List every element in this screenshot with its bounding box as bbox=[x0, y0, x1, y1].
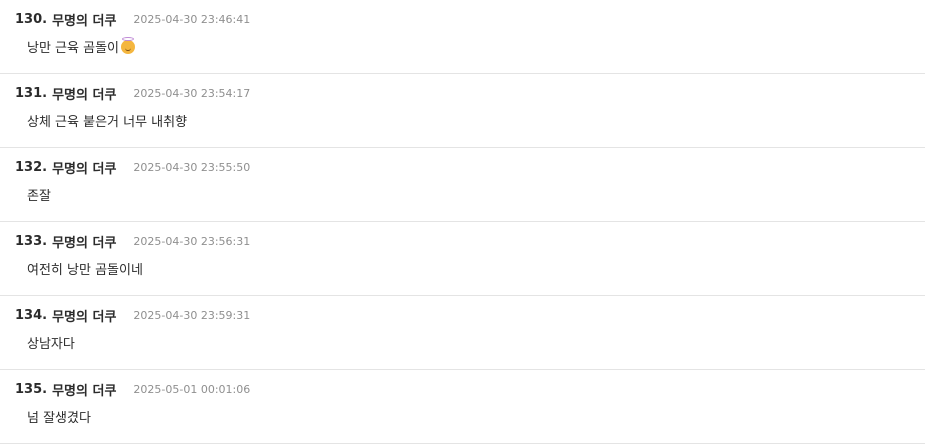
comment-timestamp: 2025-04-30 23:56:31 bbox=[133, 234, 251, 248]
comment-number[interactable]: 133. bbox=[15, 234, 47, 249]
comment-item: 130. 무명의 더쿠 2025-04-30 23:46:41 낭만 근육 곰돌… bbox=[0, 0, 925, 74]
comment-body: 넘 잘생겼다 bbox=[27, 407, 91, 426]
comment-text: 상남자다 bbox=[27, 337, 75, 352]
comment-body: 낭만 근육 곰돌이 bbox=[27, 36, 135, 56]
comment-item: 134. 무명의 더쿠 2025-04-30 23:59:31 상남자다 bbox=[0, 296, 925, 370]
comment-number[interactable]: 135. bbox=[15, 382, 47, 397]
smiling-face-with-halo-icon bbox=[121, 36, 135, 54]
comment-list: 130. 무명의 더쿠 2025-04-30 23:46:41 낭만 근육 곰돌… bbox=[0, 0, 925, 444]
comment-timestamp: 2025-04-30 23:46:41 bbox=[133, 12, 251, 26]
comment-timestamp: 2025-04-30 23:55:50 bbox=[133, 160, 251, 174]
comment-body: 상체 근육 붙은거 너무 내취향 bbox=[27, 111, 187, 130]
comment-author: 무명의 더쿠 bbox=[52, 13, 117, 29]
comment-body: 여전히 낭만 곰돌이네 bbox=[27, 259, 143, 278]
comment-author: 무명의 더쿠 bbox=[52, 87, 117, 103]
comment-header: 132. 무명의 더쿠 2025-04-30 23:55:50 bbox=[15, 157, 250, 177]
comment-text: 낭만 근육 곰돌이 bbox=[27, 41, 119, 56]
comment-author: 무명의 더쿠 bbox=[52, 383, 117, 399]
comment-header: 133. 무명의 더쿠 2025-04-30 23:56:31 bbox=[15, 231, 250, 251]
comment-text: 여전히 낭만 곰돌이네 bbox=[27, 263, 143, 278]
comment-body: 상남자다 bbox=[27, 333, 75, 352]
comment-item: 132. 무명의 더쿠 2025-04-30 23:55:50 존잘 bbox=[0, 148, 925, 222]
comment-timestamp: 2025-04-30 23:54:17 bbox=[133, 86, 251, 100]
comment-header: 131. 무명의 더쿠 2025-04-30 23:54:17 bbox=[15, 83, 250, 103]
comment-number[interactable]: 131. bbox=[15, 86, 47, 101]
comment-item: 135. 무명의 더쿠 2025-05-01 00:01:06 넘 잘생겼다 bbox=[0, 370, 925, 444]
comment-author: 무명의 더쿠 bbox=[52, 309, 117, 325]
comment-header: 134. 무명의 더쿠 2025-04-30 23:59:31 bbox=[15, 305, 250, 325]
comment-number[interactable]: 134. bbox=[15, 308, 47, 323]
comment-body: 존잘 bbox=[27, 185, 51, 204]
comment-author: 무명의 더쿠 bbox=[52, 161, 117, 177]
comment-number[interactable]: 132. bbox=[15, 160, 47, 175]
comment-item: 131. 무명의 더쿠 2025-04-30 23:54:17 상체 근육 붙은… bbox=[0, 74, 925, 148]
comment-number[interactable]: 130. bbox=[15, 12, 47, 27]
comment-header: 130. 무명의 더쿠 2025-04-30 23:46:41 bbox=[15, 9, 250, 29]
comment-timestamp: 2025-04-30 23:59:31 bbox=[133, 308, 251, 322]
comment-text: 넘 잘생겼다 bbox=[27, 411, 91, 426]
comment-text: 존잘 bbox=[27, 189, 51, 204]
comment-author: 무명의 더쿠 bbox=[52, 235, 117, 251]
comment-header: 135. 무명의 더쿠 2025-05-01 00:01:06 bbox=[15, 379, 250, 399]
comment-item: 133. 무명의 더쿠 2025-04-30 23:56:31 여전히 낭만 곰… bbox=[0, 222, 925, 296]
comment-text: 상체 근육 붙은거 너무 내취향 bbox=[27, 115, 188, 130]
comment-timestamp: 2025-05-01 00:01:06 bbox=[133, 382, 251, 396]
